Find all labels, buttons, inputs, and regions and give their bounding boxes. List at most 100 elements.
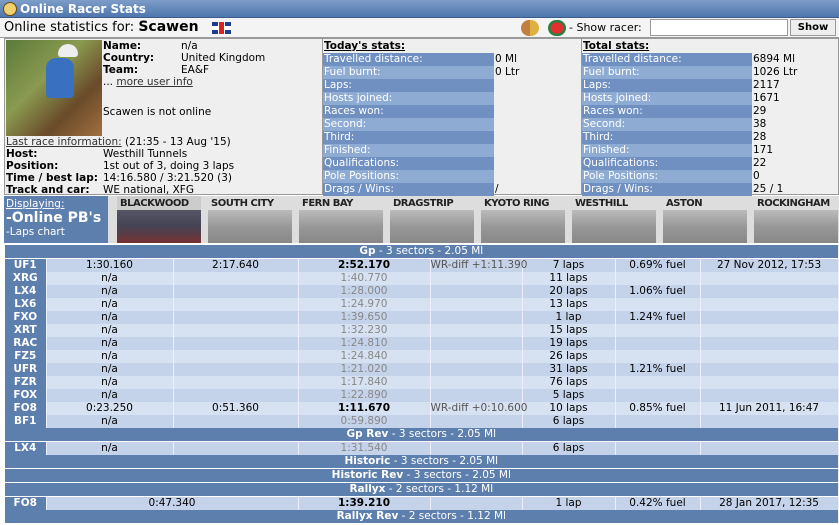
displaying-label: Displaying: [6,198,65,210]
total-stat-row: Finished: 171 [582,144,839,157]
stat-value: 2117 [753,79,780,91]
track-south-city[interactable]: SOUTH CITY [208,196,292,243]
fuel-cell: 0.69% fuel [615,258,701,272]
car-cell[interactable]: FO8 [5,402,47,415]
track-dragstrip[interactable]: DRAGSTRIP [390,196,474,243]
date-cell [700,272,839,285]
layout-info: - 2 sectors - 1.12 Ml [401,510,506,522]
today-stats-title: Today's stats: [324,40,406,52]
car-cell[interactable]: UFR [5,363,47,376]
fuel-cell [615,350,701,363]
stat-label: Laps: [582,79,752,92]
friends-icon[interactable] [521,20,539,36]
table-row: RAC n/a 1:24.810 19 laps [5,337,839,350]
car-cell[interactable]: RAC [5,337,47,350]
car-cell[interactable]: FZR [5,376,47,389]
sector1-cell: n/a [46,415,174,428]
stat-value [494,105,495,118]
date-cell [700,376,839,389]
show-button[interactable]: Show [790,19,836,36]
table-row: XRG n/a 1:40.770 11 laps [5,272,839,285]
car-cell[interactable]: FZ5 [5,350,47,363]
more-user-info-link[interactable]: more user info [116,76,192,88]
track-name: WESTHILL [575,198,628,209]
best-lap-cell: 0:59.890 [298,415,431,428]
sector1-cell: n/a [46,441,174,455]
layout-header: Historic Rev - 3 sectors - 2.05 Ml [5,468,839,483]
track-name: ROCKINGHAM [757,198,830,209]
track-aston[interactable]: ASTON [663,196,747,243]
date-cell [700,324,839,337]
total-stat-row: Drags / Wins: 25 / 1 [582,183,839,196]
last-race-link[interactable]: Last race information: [6,136,122,148]
stat-value: 22 [753,157,767,169]
car-cell[interactable]: UF1 [5,258,47,272]
window-title: Online Racer Stats [20,2,146,16]
date-cell [700,441,839,455]
track-fern-bay[interactable]: FERN BAY [299,196,383,243]
wr-diff-cell [430,350,523,363]
today-stat-row: Laps: [323,79,581,92]
car-cell[interactable]: XRT [5,324,47,337]
laps-cell: 19 laps [522,337,616,350]
total-stat-row: Second: 38 [582,118,839,131]
today-stat-row: Fuel burnt: 0 Ltr [323,66,581,79]
stat-value: 0 Ml [495,53,517,65]
window-titlebar: Online Racer Stats [0,0,839,18]
layout-header: Rallyx - 2 sectors - 1.12 Ml [5,482,839,497]
table-row: FZ5 n/a 1:24.840 26 laps [5,350,839,363]
stat-value [494,118,495,131]
total-stat-row: Pole Positions: 0 [582,170,839,183]
car-cell[interactable]: FOX [5,389,47,402]
track-westhill[interactable]: WESTHILL [572,196,656,243]
track-kyoto-ring[interactable]: KYOTO RING [481,196,565,243]
stat-label: Finished: [323,144,494,157]
table-row: FXO n/a 1:39.650 1 lap 1.24% fuel [5,311,839,324]
sector2-cell [173,272,299,285]
track-name: FERN BAY [302,198,353,209]
stat-label: Third: [323,131,494,144]
fuel-cell [615,376,701,389]
track-name: DRAGSTRIP [393,198,454,209]
sector2-cell [173,311,299,324]
car-cell[interactable]: BF1 [5,415,47,428]
car-cell[interactable]: LX6 [5,298,47,311]
uk-flag-icon [212,22,231,34]
help-user-icon[interactable] [548,20,566,36]
fuel-cell: 0.42% fuel [615,496,701,510]
today-stat-row: Finished: [323,144,581,157]
best-lap-cell: 1:17.840 [298,376,431,389]
car-cell[interactable]: FO8 [5,496,47,510]
car-cell[interactable]: FXO [5,311,47,324]
fuel-cell: 1.06% fuel [615,285,701,298]
car-cell[interactable]: XRG [5,272,47,285]
date-cell [700,337,839,350]
total-stat-row: Fuel burnt: 1026 Ltr [582,66,839,79]
stat-value [494,92,495,105]
fuel-cell: 1.21% fuel [615,363,701,376]
date-cell [700,298,839,311]
show-racer-input[interactable] [650,19,788,36]
layout-name: Rallyx [349,483,386,495]
sector2-cell [173,415,299,428]
wr-diff-cell [430,441,523,455]
track-rockingham[interactable]: ROCKINGHAM [754,196,838,243]
mode-laps-chart[interactable]: -Laps chart [6,226,106,238]
stat-value: 28 [753,131,767,143]
track-blackwood[interactable]: BLACKWOOD [117,196,201,243]
total-stat-row: Laps: 2117 [582,79,839,92]
title-prefix: Online statistics for: [4,20,135,35]
wr-diff-cell: WR-diff +1:11.390 [430,258,528,272]
car-cell[interactable]: LX4 [5,285,47,298]
track-name: BLACKWOOD [120,198,189,209]
best-lap-cell: 1:39.650 [298,311,431,324]
mode-online-pbs[interactable]: -Online PB's [6,210,106,226]
stat-value: 1671 [753,92,780,104]
laps-cell: 20 laps [522,285,616,298]
stat-label: Fuel burnt: [323,66,494,79]
car-cell[interactable]: LX4 [5,441,47,455]
sector1-cell: n/a [46,389,174,402]
track-name: ASTON [666,198,703,209]
today-stat-row: Hosts joined: [323,92,581,105]
sector2-cell [173,324,299,337]
